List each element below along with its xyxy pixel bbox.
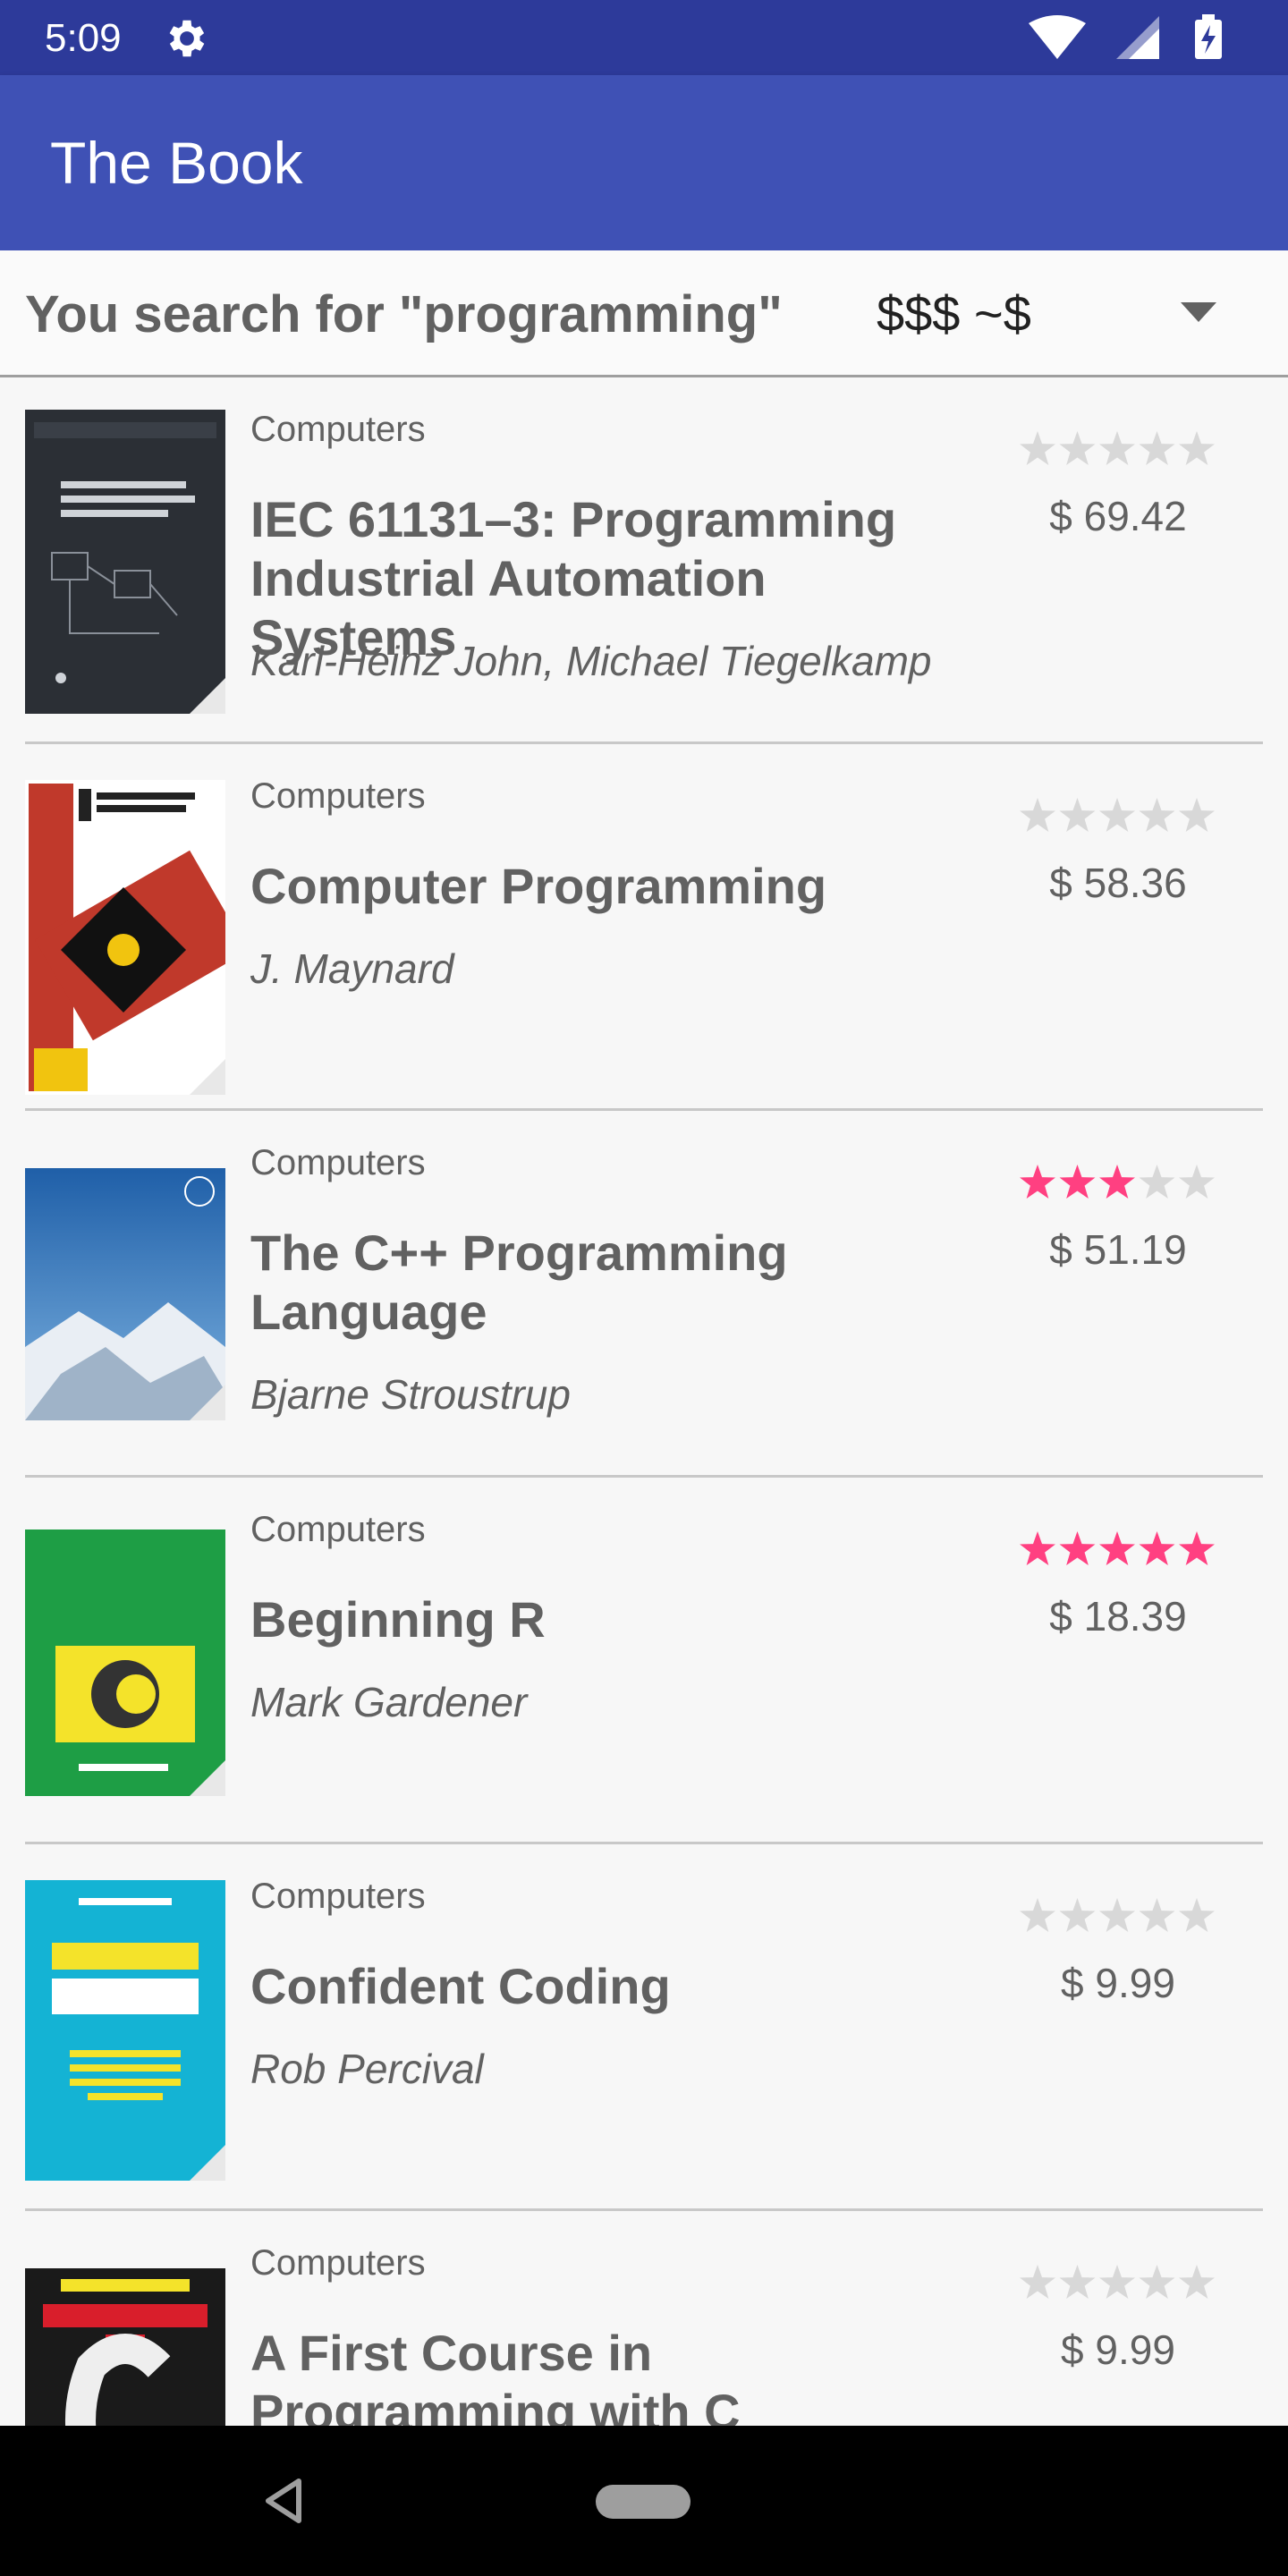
- star-empty-icon: [1059, 1898, 1096, 1932]
- star-filled-icon: [1020, 1531, 1055, 1565]
- star-filled-icon: [1059, 1531, 1096, 1565]
- back-icon[interactable]: [263, 2478, 302, 2524]
- book-category: Computers: [250, 2243, 426, 2283]
- book-category: Computers: [250, 1143, 426, 1182]
- star-filled-icon: [1059, 1165, 1096, 1199]
- book-cover-image: [25, 2268, 225, 2426]
- star-empty-icon: [1020, 1898, 1055, 1932]
- book-title: The C++ Programming Language: [250, 1224, 788, 1340]
- settings-gear-icon: [169, 20, 205, 57]
- rating-stars: [1020, 1165, 1215, 1199]
- book-author: Rob Percival: [250, 2046, 484, 2092]
- book-price: $ 18.39: [1049, 1593, 1187, 1640]
- book-author: J. Maynard: [250, 945, 454, 992]
- star-empty-icon: [1020, 2265, 1055, 2299]
- star-empty-icon: [1099, 1898, 1135, 1932]
- status-time: 5:09: [45, 16, 122, 60]
- star-empty-icon: [1139, 431, 1175, 465]
- rating-stars: [1020, 431, 1215, 465]
- star-empty-icon: [1179, 1898, 1215, 1932]
- star-filled-icon: [1099, 1531, 1135, 1565]
- star-empty-icon: [1139, 2265, 1175, 2299]
- book-title: A First Course in Programming with C: [250, 2325, 741, 2426]
- star-empty-icon: [1179, 2265, 1215, 2299]
- book-author: Bjarne Stroustrup: [250, 1371, 571, 1418]
- book-price: $ 9.99: [1061, 1960, 1175, 2006]
- search-query-label: You search for "programming": [25, 285, 783, 343]
- rating-stars: [1020, 2265, 1215, 2299]
- book-category: Computers: [250, 1510, 426, 1549]
- navigation-bar: [0, 2426, 1288, 2576]
- star-empty-icon: [1179, 431, 1215, 465]
- sort-dropdown-value: $$$ ~$: [877, 285, 1031, 342]
- book-title: Computer Programming: [250, 858, 827, 914]
- star-empty-icon: [1020, 431, 1055, 465]
- book-row[interactable]: Computers Computer Programming J. Maynar…: [0, 744, 1288, 1111]
- book-row[interactable]: Computers Beginning R Mark Gardener $ 18…: [0, 1478, 1288, 1844]
- book-price: $ 58.36: [1049, 860, 1187, 906]
- star-empty-icon: [1059, 431, 1096, 465]
- book-cover-image: [25, 1168, 225, 1420]
- app-title: The Book: [50, 130, 303, 196]
- book-cover-image: [25, 780, 225, 1095]
- book-list: Computers IEC 61131–3: Programming Indus…: [0, 377, 1288, 2426]
- book-category: Computers: [250, 1877, 426, 1916]
- book-price: $ 69.42: [1049, 493, 1187, 539]
- star-empty-icon: [1139, 1898, 1175, 1932]
- book-category: Computers: [250, 410, 426, 449]
- book-row[interactable]: Computers Confident Coding Rob Percival …: [0, 1844, 1288, 2211]
- star-empty-icon: [1179, 1165, 1215, 1199]
- book-row[interactable]: Computers IEC 61131–3: Programming Indus…: [0, 377, 1288, 744]
- search-header: You search for "programming" $$$ ~$: [0, 250, 1288, 377]
- dropdown-arrow-icon: [1181, 302, 1216, 322]
- rating-stars: [1020, 1531, 1215, 1565]
- book-price: $ 9.99: [1061, 2326, 1175, 2373]
- book-cover-image: [25, 1530, 225, 1796]
- star-empty-icon: [1099, 2265, 1135, 2299]
- book-price: $ 51.19: [1049, 1226, 1187, 1273]
- rating-stars: [1020, 1898, 1215, 1932]
- book-row[interactable]: Computers The C++ Programming Language B…: [0, 1111, 1288, 1478]
- star-empty-icon: [1059, 798, 1096, 832]
- book-title: Confident Coding: [250, 1958, 671, 2014]
- book-author: Karl-Heinz John, Michael Tiegelkamp: [250, 638, 932, 684]
- book-author: Mark Gardener: [250, 1679, 528, 1725]
- star-empty-icon: [1179, 798, 1215, 832]
- star-empty-icon: [1099, 431, 1135, 465]
- book-category: Computers: [250, 776, 426, 816]
- book-cover-image: [25, 410, 225, 714]
- star-filled-icon: [1020, 1165, 1055, 1199]
- star-empty-icon: [1099, 798, 1135, 832]
- star-empty-icon: [1139, 798, 1175, 832]
- book-cover-image: [25, 1880, 225, 2181]
- star-filled-icon: [1099, 1165, 1135, 1199]
- star-empty-icon: [1139, 1165, 1175, 1199]
- book-title: Beginning R: [250, 1591, 546, 1648]
- star-empty-icon: [1059, 2265, 1096, 2299]
- sort-dropdown[interactable]: $$$ ~$: [877, 274, 1234, 354]
- rating-stars: [1020, 798, 1215, 832]
- home-pill-icon[interactable]: [596, 2485, 691, 2519]
- star-filled-icon: [1139, 1531, 1175, 1565]
- status-icons: [1029, 14, 1222, 59]
- star-filled-icon: [1179, 1531, 1215, 1565]
- star-empty-icon: [1020, 798, 1055, 832]
- book-row[interactable]: Computers A First Course in Programming …: [0, 2211, 1288, 2426]
- status-bar: 5:09: [0, 0, 1288, 75]
- wifi-icon: [1029, 15, 1086, 59]
- app-bar: The Book: [0, 75, 1288, 250]
